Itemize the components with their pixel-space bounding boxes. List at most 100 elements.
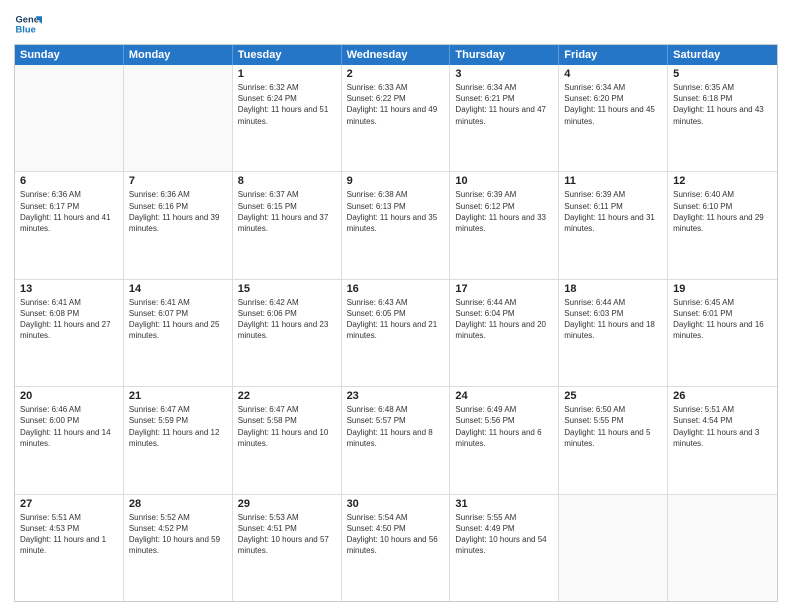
cal-cell: 29Sunrise: 5:53 AMSunset: 4:51 PMDayligh… bbox=[233, 495, 342, 601]
cal-cell: 3 Sunrise: 6:34 AMSunset: 6:21 PMDaylight… bbox=[450, 65, 559, 171]
cal-cell: 25 Sunrise: 6:50 AMSunset: 5:55 PMDayligh… bbox=[559, 387, 668, 493]
day-info: Sunrise: 5:51 AMSunset: 4:53 PMDaylight:… bbox=[20, 512, 118, 557]
day-number: 15 bbox=[238, 283, 336, 295]
cal-cell: 21 Sunrise: 6:47 AMSunset: 5:59 PMDayligh… bbox=[124, 387, 233, 493]
day-number: 10 bbox=[455, 175, 553, 187]
cal-cell: 9 Sunrise: 6:38 AMSunset: 6:13 PMDaylight… bbox=[342, 172, 451, 278]
logo-icon: General Blue bbox=[14, 10, 42, 38]
day-number: 25 bbox=[564, 390, 662, 402]
day-info: Sunrise: 6:34 AMSunset: 6:20 PMDaylight:… bbox=[564, 82, 662, 127]
cal-cell: 2Sunrise: 6:33 AMSunset: 6:22 PMDaylight… bbox=[342, 65, 451, 171]
cal-cell: 12 Sunrise: 6:40 AMSunset: 6:10 PMDayligh… bbox=[668, 172, 777, 278]
day-info: Sunrise: 6:50 AMSunset: 5:55 PMDaylight:… bbox=[564, 404, 662, 449]
day-number: 8 bbox=[238, 175, 336, 187]
day-number: 9 bbox=[347, 175, 445, 187]
cal-cell: 8 Sunrise: 6:37 AMSunset: 6:15 PMDaylight… bbox=[233, 172, 342, 278]
cal-cell: 6 Sunrise: 6:36 AMSunset: 6:17 PMDaylight… bbox=[15, 172, 124, 278]
day-number: 28 bbox=[129, 498, 227, 510]
cal-cell bbox=[668, 495, 777, 601]
day-info: Sunrise: 6:39 AMSunset: 6:12 PMDaylight:… bbox=[455, 189, 553, 234]
day-number: 17 bbox=[455, 283, 553, 295]
day-info: Sunrise: 6:36 AMSunset: 6:17 PMDaylight:… bbox=[20, 189, 118, 234]
cal-cell: 23 Sunrise: 6:48 AMSunset: 5:57 PMDayligh… bbox=[342, 387, 451, 493]
week-row-5: 27 Sunrise: 5:51 AMSunset: 4:53 PMDayligh… bbox=[15, 495, 777, 601]
day-number: 23 bbox=[347, 390, 445, 402]
svg-text:General: General bbox=[16, 14, 42, 24]
day-number: 7 bbox=[129, 175, 227, 187]
cal-cell: 22 Sunrise: 6:47 AMSunset: 5:58 PMDayligh… bbox=[233, 387, 342, 493]
day-info: Sunrise: 5:55 AMSunset: 4:49 PMDaylight:… bbox=[455, 512, 553, 557]
day-info: Sunrise: 5:51 AMSunset: 4:54 PMDaylight:… bbox=[673, 404, 772, 449]
day-number: 22 bbox=[238, 390, 336, 402]
cal-cell bbox=[559, 495, 668, 601]
cal-cell: 19Sunrise: 6:45 AMSunset: 6:01 PMDayligh… bbox=[668, 280, 777, 386]
day-info: Sunrise: 6:41 AMSunset: 6:08 PMDaylight:… bbox=[20, 297, 118, 342]
cal-cell: 26 Sunrise: 5:51 AMSunset: 4:54 PMDayligh… bbox=[668, 387, 777, 493]
day-info: Sunrise: 6:43 AMSunset: 6:05 PMDaylight:… bbox=[347, 297, 445, 342]
day-info: Sunrise: 6:38 AMSunset: 6:13 PMDaylight:… bbox=[347, 189, 445, 234]
day-number: 27 bbox=[20, 498, 118, 510]
cal-cell: 13 Sunrise: 6:41 AMSunset: 6:08 PMDayligh… bbox=[15, 280, 124, 386]
day-info: Sunrise: 6:39 AMSunset: 6:11 PMDaylight:… bbox=[564, 189, 662, 234]
week-row-2: 6 Sunrise: 6:36 AMSunset: 6:17 PMDaylight… bbox=[15, 172, 777, 279]
day-number: 11 bbox=[564, 175, 662, 187]
page: General Blue SundayMondayTuesdayWednesda… bbox=[0, 0, 792, 612]
day-info: Sunrise: 6:35 AMSunset: 6:18 PMDaylight:… bbox=[673, 82, 772, 127]
cal-cell: 11 Sunrise: 6:39 AMSunset: 6:11 PMDayligh… bbox=[559, 172, 668, 278]
day-number: 26 bbox=[673, 390, 772, 402]
day-number: 4 bbox=[564, 68, 662, 80]
day-info: Sunrise: 6:33 AMSunset: 6:22 PMDaylight:… bbox=[347, 82, 445, 127]
day-number: 20 bbox=[20, 390, 118, 402]
day-info: Sunrise: 6:48 AMSunset: 5:57 PMDaylight:… bbox=[347, 404, 445, 449]
day-number: 5 bbox=[673, 68, 772, 80]
week-row-4: 20 Sunrise: 6:46 AMSunset: 6:00 PMDayligh… bbox=[15, 387, 777, 494]
header-day-monday: Monday bbox=[124, 45, 233, 65]
cal-cell: 20 Sunrise: 6:46 AMSunset: 6:00 PMDayligh… bbox=[15, 387, 124, 493]
day-number: 14 bbox=[129, 283, 227, 295]
day-info: Sunrise: 5:54 AMSunset: 4:50 PMDaylight:… bbox=[347, 512, 445, 557]
day-info: Sunrise: 6:46 AMSunset: 6:00 PMDaylight:… bbox=[20, 404, 118, 449]
header-day-saturday: Saturday bbox=[668, 45, 777, 65]
day-number: 24 bbox=[455, 390, 553, 402]
cal-cell: 18Sunrise: 6:44 AMSunset: 6:03 PMDayligh… bbox=[559, 280, 668, 386]
header-day-sunday: Sunday bbox=[15, 45, 124, 65]
cal-cell: 27 Sunrise: 5:51 AMSunset: 4:53 PMDayligh… bbox=[15, 495, 124, 601]
day-info: Sunrise: 6:32 AMSunset: 6:24 PMDaylight:… bbox=[238, 82, 336, 127]
cal-cell: 31 Sunrise: 5:55 AMSunset: 4:49 PMDayligh… bbox=[450, 495, 559, 601]
day-number: 13 bbox=[20, 283, 118, 295]
day-number: 29 bbox=[238, 498, 336, 510]
cal-cell bbox=[124, 65, 233, 171]
day-info: Sunrise: 5:52 AMSunset: 4:52 PMDaylight:… bbox=[129, 512, 227, 557]
cal-cell: 4 Sunrise: 6:34 AMSunset: 6:20 PMDaylight… bbox=[559, 65, 668, 171]
day-number: 31 bbox=[455, 498, 553, 510]
calendar-header: SundayMondayTuesdayWednesdayThursdayFrid… bbox=[15, 45, 777, 65]
header-day-tuesday: Tuesday bbox=[233, 45, 342, 65]
logo: General Blue bbox=[14, 10, 42, 38]
day-info: Sunrise: 6:37 AMSunset: 6:15 PMDaylight:… bbox=[238, 189, 336, 234]
day-number: 30 bbox=[347, 498, 445, 510]
day-info: Sunrise: 6:44 AMSunset: 6:04 PMDaylight:… bbox=[455, 297, 553, 342]
day-info: Sunrise: 6:47 AMSunset: 5:59 PMDaylight:… bbox=[129, 404, 227, 449]
day-info: Sunrise: 6:45 AMSunset: 6:01 PMDaylight:… bbox=[673, 297, 772, 342]
day-number: 16 bbox=[347, 283, 445, 295]
calendar-body: 1 Sunrise: 6:32 AMSunset: 6:24 PMDaylight… bbox=[15, 65, 777, 601]
week-row-1: 1 Sunrise: 6:32 AMSunset: 6:24 PMDaylight… bbox=[15, 65, 777, 172]
day-info: Sunrise: 6:49 AMSunset: 5:56 PMDaylight:… bbox=[455, 404, 553, 449]
day-number: 21 bbox=[129, 390, 227, 402]
cal-cell: 10 Sunrise: 6:39 AMSunset: 6:12 PMDayligh… bbox=[450, 172, 559, 278]
day-number: 3 bbox=[455, 68, 553, 80]
cal-cell: 5 Sunrise: 6:35 AMSunset: 6:18 PMDaylight… bbox=[668, 65, 777, 171]
cal-cell: 16 Sunrise: 6:43 AMSunset: 6:05 PMDayligh… bbox=[342, 280, 451, 386]
cal-cell: 7Sunrise: 6:36 AMSunset: 6:16 PMDaylight… bbox=[124, 172, 233, 278]
header-day-wednesday: Wednesday bbox=[342, 45, 451, 65]
day-info: Sunrise: 6:40 AMSunset: 6:10 PMDaylight:… bbox=[673, 189, 772, 234]
day-info: Sunrise: 6:34 AMSunset: 6:21 PMDaylight:… bbox=[455, 82, 553, 127]
day-info: Sunrise: 6:47 AMSunset: 5:58 PMDaylight:… bbox=[238, 404, 336, 449]
day-info: Sunrise: 6:42 AMSunset: 6:06 PMDaylight:… bbox=[238, 297, 336, 342]
header: General Blue bbox=[14, 10, 778, 38]
cal-cell: 28 Sunrise: 5:52 AMSunset: 4:52 PMDayligh… bbox=[124, 495, 233, 601]
day-number: 1 bbox=[238, 68, 336, 80]
cal-cell: 24 Sunrise: 6:49 AMSunset: 5:56 PMDayligh… bbox=[450, 387, 559, 493]
day-number: 6 bbox=[20, 175, 118, 187]
day-number: 12 bbox=[673, 175, 772, 187]
